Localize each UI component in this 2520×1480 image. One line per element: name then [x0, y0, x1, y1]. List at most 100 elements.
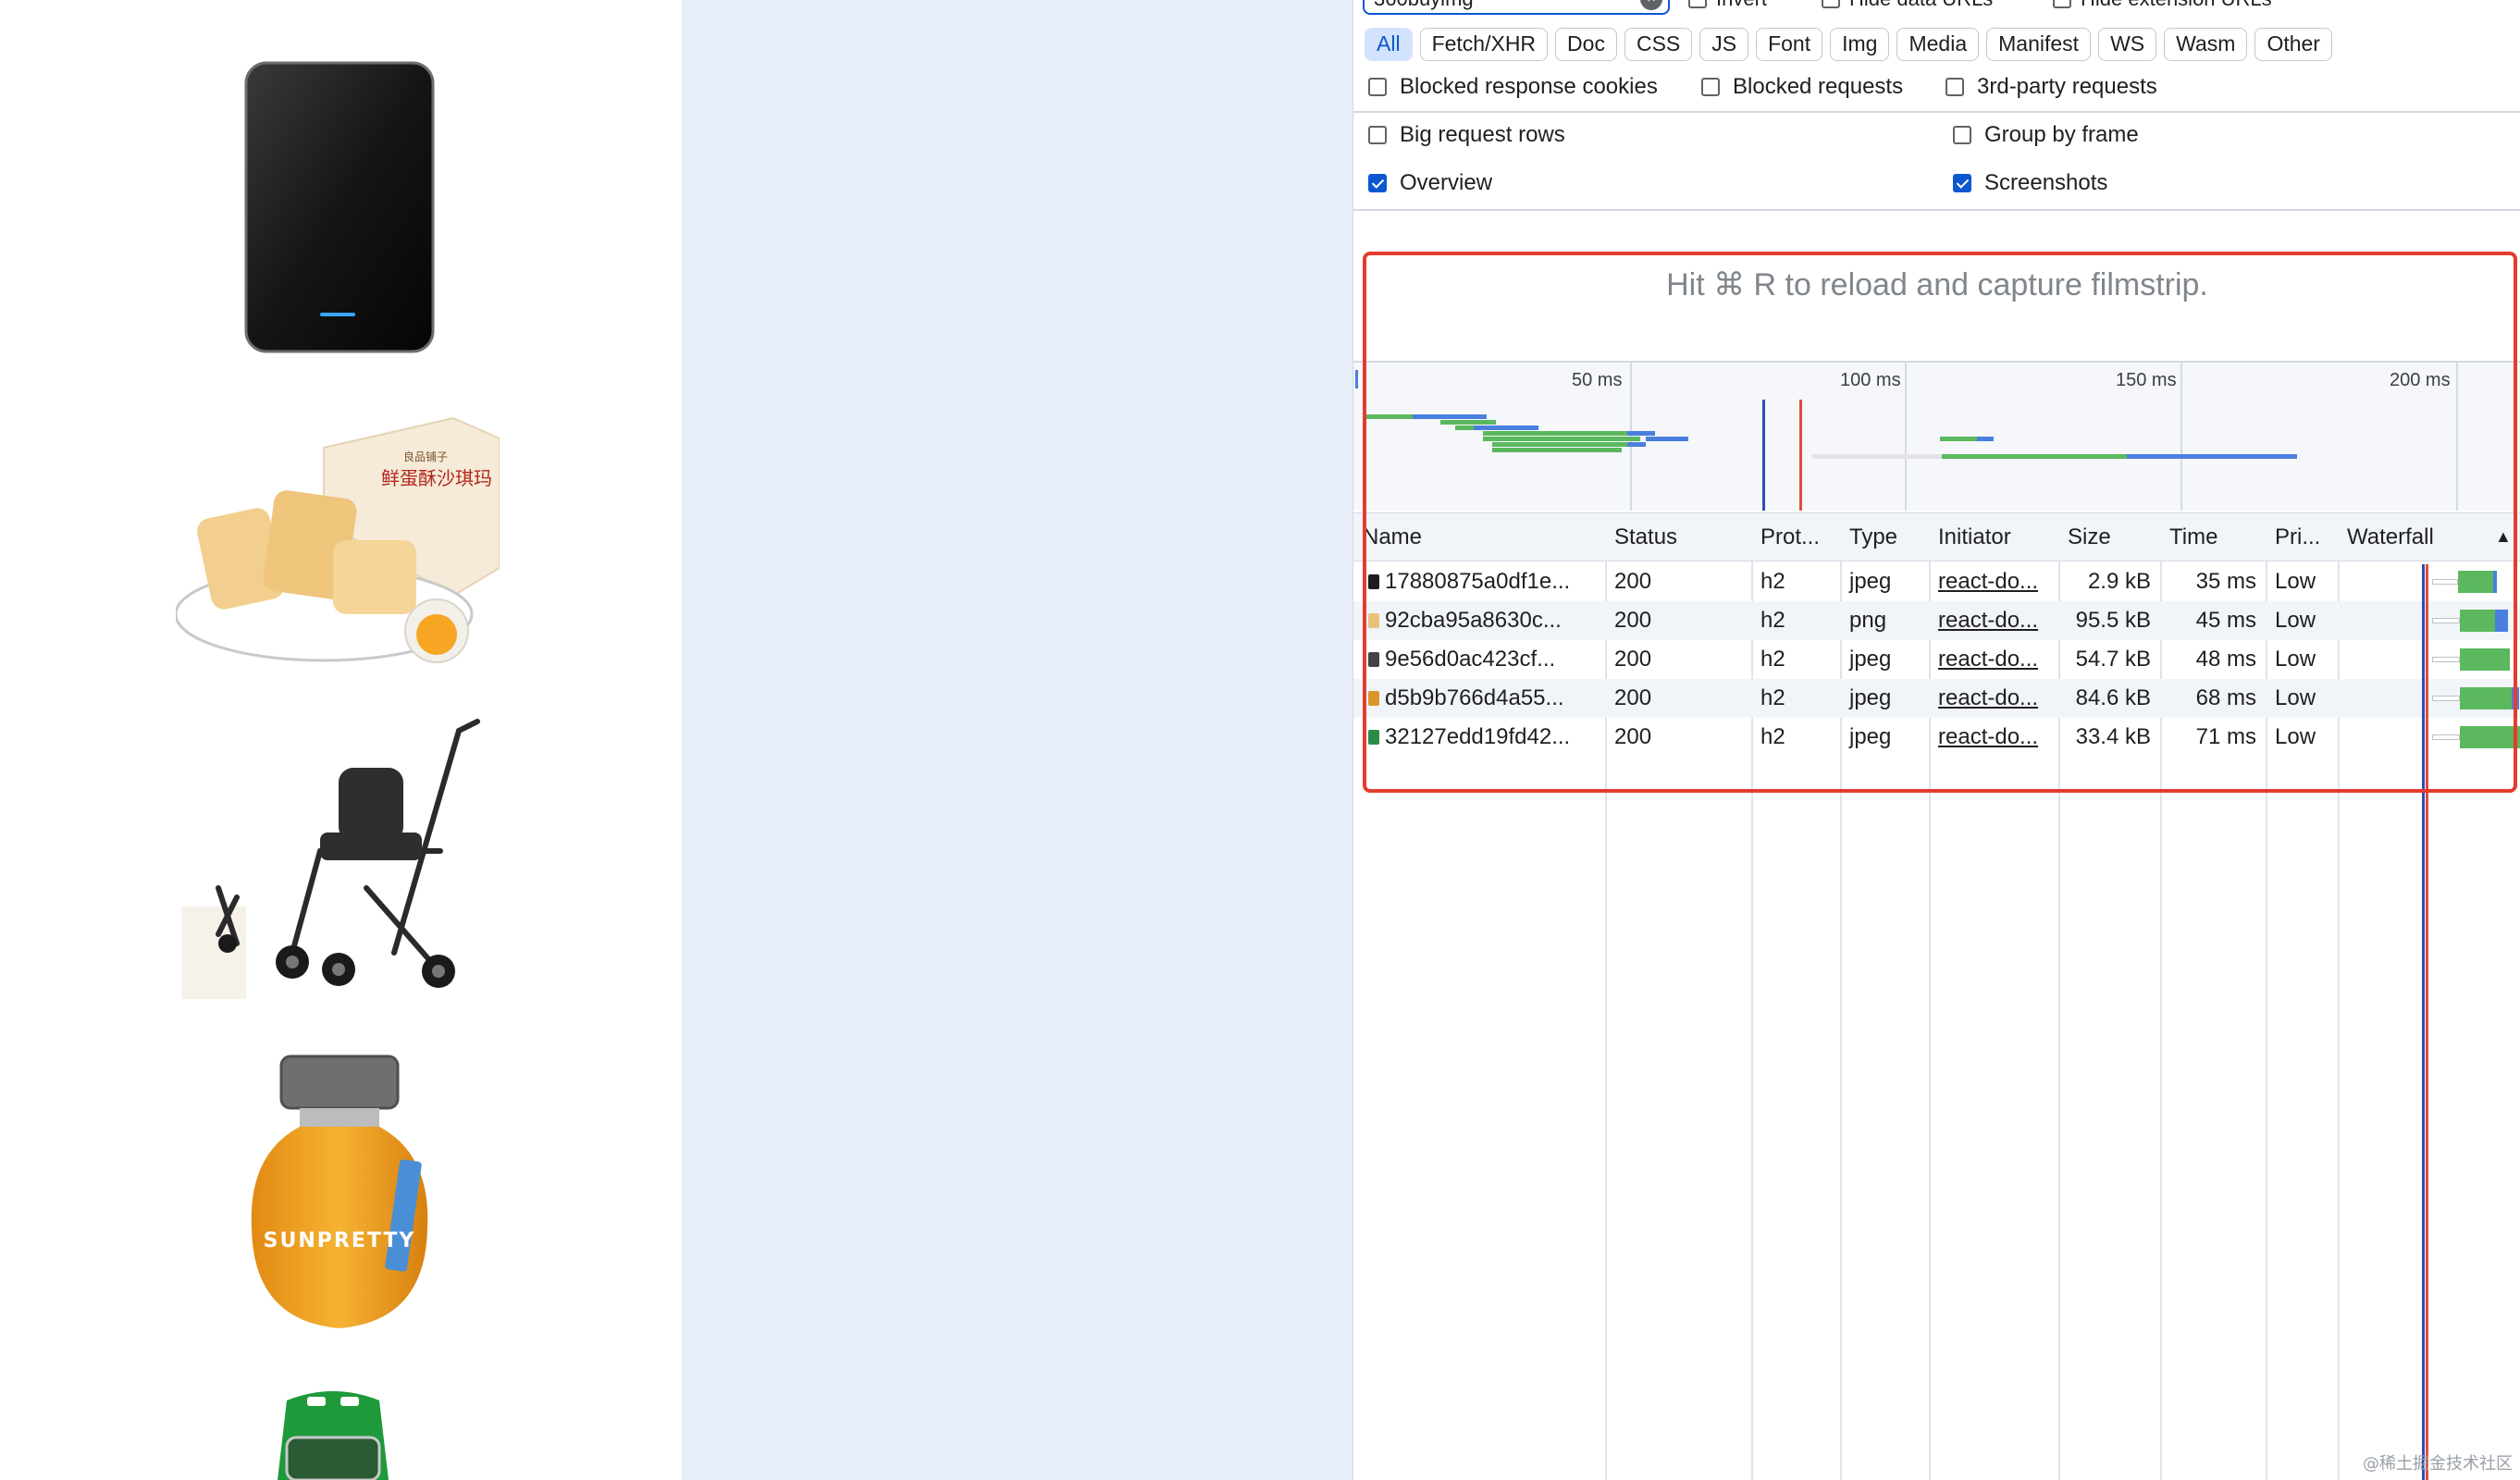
filmstrip-message: Hit ⌘ R to reload and capture filmstrip. [1666, 267, 2208, 302]
column-header-size[interactable]: Size [2058, 513, 2160, 561]
cell-initiator-link[interactable]: react-do... [1929, 640, 2058, 679]
cell-initiator-link[interactable]: react-do... [1929, 562, 2058, 601]
cell-size: 54.7 kB [2075, 647, 2151, 672]
checkbox-label: Blocked response cookies [1400, 74, 1658, 99]
honey-jar-image[interactable]: SUNPRETTY [244, 1053, 435, 1334]
image-thumbnail-icon [1368, 691, 1379, 706]
blocked-requests-checkbox[interactable]: Blocked requests [1701, 74, 1903, 100]
checkbox-label: 3rd-party requests [1977, 74, 2157, 99]
blocked-response-cookies-checkbox[interactable]: Blocked response cookies [1368, 74, 1658, 100]
overview-bar [1474, 426, 1538, 430]
group-by-frame-checkbox[interactable]: Group by frame [1953, 122, 2139, 148]
checkbox-box[interactable] [1368, 78, 1387, 96]
column-header-initiator[interactable]: Initiator [1929, 513, 2058, 561]
cell-type: jpeg [1849, 569, 1892, 594]
overview-bar [1627, 431, 1655, 436]
hide-data-urls-checkbox[interactable]: Hide data URLs [1822, 0, 1993, 11]
checkbox-box[interactable] [1368, 174, 1387, 192]
column-header-priority[interactable]: Pri... [2266, 513, 2338, 561]
column-header-waterfall[interactable]: Waterfall [2338, 513, 2486, 561]
image-thumbnail-icon [1368, 652, 1379, 667]
checkbox-box[interactable] [1946, 78, 1964, 96]
column-header-type[interactable]: Type [1840, 513, 1929, 561]
waterfall-receive-bar [2460, 687, 2512, 709]
column-header-name[interactable]: Name [1353, 513, 1605, 561]
column-header-time[interactable]: Time [2160, 513, 2266, 561]
column-header-protocol[interactable]: Prot... [1751, 513, 1840, 561]
waterfall-tail-bar [2493, 571, 2497, 593]
cell-status: 200 [1614, 647, 1652, 672]
cell-time: 48 ms [2195, 647, 2256, 672]
type-filter-wasm[interactable]: Wasm [2164, 28, 2248, 61]
checkbox-box[interactable] [2053, 0, 2071, 8]
checkbox-box[interactable] [1953, 174, 1971, 192]
third-party-requests-checkbox[interactable]: 3rd-party requests [1946, 74, 2157, 100]
type-filter-other[interactable]: Other [2254, 28, 2332, 61]
power-bank-image[interactable] [242, 59, 437, 355]
image-thumbnail-icon [1368, 574, 1379, 589]
cell-status: 200 [1614, 569, 1652, 594]
close-icon[interactable]: × [1640, 0, 1662, 10]
waterfall-receive-bar [2460, 648, 2510, 671]
checkbox-label: Group by frame [1984, 122, 2139, 147]
cell-size: 84.6 kB [2075, 685, 2151, 710]
waterfall-receive-bar [2460, 610, 2495, 632]
cell-name: 17880875a0df1e... [1385, 569, 1571, 594]
big-request-rows-checkbox[interactable]: Big request rows [1368, 122, 1565, 148]
devtools-network-panel: 360buyimg × Invert Hide data URLs Hide e… [1353, 0, 2520, 1480]
checkbox-box[interactable] [1953, 126, 1971, 144]
hide-extension-urls-checkbox[interactable]: Hide extension URLs [2053, 0, 2272, 11]
table-row[interactable]: 17880875a0df1e... 200 h2 jpeg react-do..… [1353, 562, 2520, 601]
type-filter-doc[interactable]: Doc [1555, 28, 1617, 61]
type-filter-css[interactable]: CSS [1624, 28, 1693, 61]
column-header-status[interactable]: Status [1605, 513, 1751, 561]
cell-status: 200 [1614, 685, 1652, 710]
stroller-image[interactable] [181, 712, 496, 1008]
divider [1353, 209, 2520, 211]
product-list-page: 鲜蛋酥沙琪玛 良品铺子 SUNPRETTY [0, 0, 682, 1480]
filter-input[interactable]: 360buyimg × [1363, 0, 1670, 15]
table-row[interactable]: d5b9b766d4a55... 200 h2 jpeg react-do...… [1353, 679, 2520, 718]
invert-checkbox[interactable]: Invert [1688, 0, 1767, 11]
table-row[interactable]: 92cba95a8630c... 200 h2 png react-do... … [1353, 601, 2520, 640]
type-filter-font[interactable]: Font [1756, 28, 1823, 61]
type-filter-manifest[interactable]: Manifest [1986, 28, 2092, 61]
type-filter-all[interactable]: All [1365, 28, 1413, 61]
overview-tick-label: 150 ms [2116, 370, 2177, 390]
cell-priority: Low [2275, 569, 2316, 594]
resource-type-filters: All Fetch/XHR Doc CSS JS Font Img Media … [1365, 28, 2332, 61]
table-row[interactable]: 9e56d0ac423cf... 200 h2 jpeg react-do...… [1353, 640, 2520, 679]
table-row[interactable]: 32127edd19fd42... 200 h2 jpeg react-do..… [1353, 718, 2520, 757]
type-filter-ws[interactable]: WS [2098, 28, 2157, 61]
overview-checkbox[interactable]: Overview [1368, 170, 1492, 196]
overview-grid-line [2456, 363, 2458, 511]
checkbox-box[interactable] [1368, 126, 1387, 144]
checkbox-box[interactable] [1701, 78, 1720, 96]
type-filter-fetch-xhr[interactable]: Fetch/XHR [1419, 28, 1549, 61]
type-filter-media[interactable]: Media [1896, 28, 1980, 61]
waterfall-load-line [2426, 564, 2428, 1480]
sachima-snack-image[interactable]: 鲜蛋酥沙琪玛 良品铺子 [176, 411, 500, 670]
overview-selection-handle[interactable] [1355, 370, 1358, 388]
sort-up-icon[interactable]: ▲ [2486, 513, 2517, 561]
snack-box-text: 鲜蛋酥沙琪玛 [381, 467, 492, 489]
cell-initiator-link[interactable]: react-do... [1929, 718, 2058, 757]
screenshots-checkbox[interactable]: Screenshots [1953, 170, 2107, 196]
overview-bar [1483, 437, 1640, 441]
type-filter-img[interactable]: Img [1830, 28, 1890, 61]
type-filter-js[interactable]: JS [1699, 28, 1749, 61]
dom-content-loaded-marker [1762, 400, 1765, 511]
overview-bar [1413, 414, 1487, 419]
overview-bar [1627, 442, 1646, 447]
overview-bar [1492, 448, 1622, 452]
cell-initiator-link[interactable]: react-do... [1929, 679, 2058, 718]
waterfall-wait-bar [2432, 696, 2460, 701]
checkbox-box[interactable] [1822, 0, 1840, 8]
cell-status: 200 [1614, 608, 1652, 633]
overview-bar [1440, 420, 1496, 425]
watch-image[interactable] [250, 1382, 416, 1480]
cell-priority: Low [2275, 608, 2316, 633]
checkbox-box[interactable] [1688, 0, 1707, 8]
cell-time: 45 ms [2195, 608, 2256, 633]
cell-initiator-link[interactable]: react-do... [1929, 601, 2058, 640]
